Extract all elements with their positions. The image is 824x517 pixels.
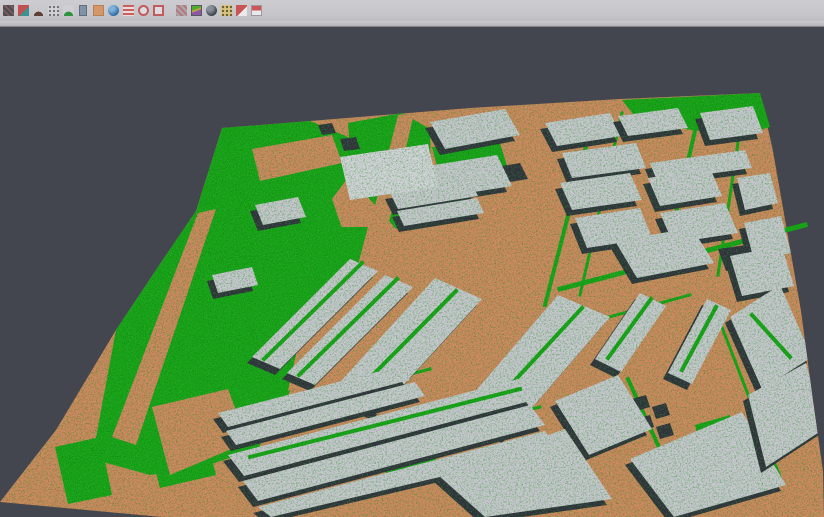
target-circle-glyph xyxy=(138,5,149,16)
height-profile-icon[interactable] xyxy=(76,2,90,18)
texture-checker-icon[interactable] xyxy=(174,2,188,18)
delete-cross-glyph xyxy=(236,5,247,16)
contour-lines-glyph xyxy=(123,5,134,16)
point-cloud-scene xyxy=(0,27,824,517)
main-toolbar xyxy=(0,0,824,27)
texture-checker-glyph xyxy=(176,5,187,16)
globe-glyph xyxy=(108,5,119,16)
align-arrows-icon[interactable] xyxy=(16,2,30,18)
align-arrows-glyph xyxy=(18,5,29,16)
terrain-icon[interactable] xyxy=(61,2,75,18)
mesh-mountain-icon[interactable] xyxy=(31,2,45,18)
labels-icon[interactable] xyxy=(219,2,233,18)
ortho-image-glyph xyxy=(93,5,104,16)
mesh-mountain-glyph xyxy=(33,5,44,16)
fit-frame-glyph xyxy=(153,5,164,16)
flag-glyph xyxy=(251,5,262,16)
target-circle-icon[interactable] xyxy=(136,2,150,18)
fit-frame-icon[interactable] xyxy=(151,2,165,18)
point-cloud-icon[interactable] xyxy=(46,2,60,18)
classification-glyph xyxy=(191,5,202,16)
sphere-glyph xyxy=(206,5,217,16)
sphere-icon[interactable] xyxy=(204,2,218,18)
open-file-icon[interactable] xyxy=(1,2,15,18)
application-window xyxy=(0,0,824,517)
contour-lines-icon[interactable] xyxy=(121,2,135,18)
terrain-glyph xyxy=(63,5,74,16)
classification-icon[interactable] xyxy=(189,2,203,18)
globe-icon[interactable] xyxy=(106,2,120,18)
3d-viewport[interactable] xyxy=(0,27,824,517)
height-profile-glyph xyxy=(79,5,87,16)
flag-icon[interactable] xyxy=(249,2,263,18)
labels-glyph xyxy=(221,5,232,16)
point-cloud-glyph xyxy=(48,5,59,16)
open-file-glyph xyxy=(3,5,14,16)
ortho-image-icon[interactable] xyxy=(91,2,105,18)
delete-cross-icon[interactable] xyxy=(234,2,248,18)
